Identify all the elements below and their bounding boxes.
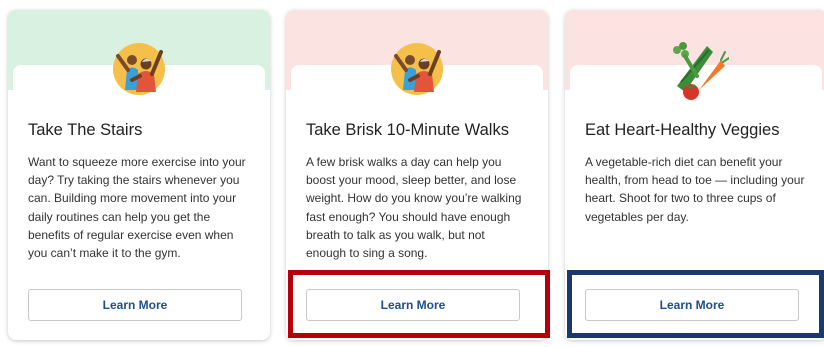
highlight-walks-learn-more <box>288 270 550 338</box>
health-tips-section: Take The Stairs Want to squeeze more exe… <box>0 0 824 347</box>
card-description: A few brisk walks a day can help you boo… <box>306 155 522 261</box>
highlight-veggies-learn-more <box>567 270 824 338</box>
card-title: Eat Heart-Healthy Veggies <box>585 121 780 139</box>
card-title: Take The Stairs <box>28 121 143 139</box>
card-description: A vegetable-rich diet can benefit your h… <box>585 155 805 224</box>
exercising-couple-icon <box>384 36 450 102</box>
vegetables-icon <box>663 36 730 102</box>
tip-card-stairs: Take The Stairs Want to squeeze more exe… <box>8 10 270 340</box>
card-title: Take Brisk 10-Minute Walks <box>306 121 509 139</box>
learn-more-button[interactable]: Learn More <box>28 289 242 321</box>
card-description: Want to squeeze more exercise into your … <box>28 155 246 261</box>
exercising-couple-icon <box>106 36 172 102</box>
